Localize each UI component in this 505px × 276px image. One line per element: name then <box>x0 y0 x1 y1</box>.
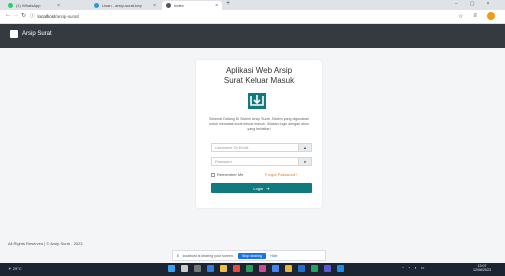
weather-temp: 29°C <box>12 266 22 271</box>
close-icon[interactable]: × <box>215 3 218 9</box>
volume-icon[interactable]: ◖ <box>414 265 416 270</box>
info-icon[interactable]: ⓘ <box>30 13 35 19</box>
whatsapp-icon <box>8 3 13 8</box>
password-input[interactable]: Password <box>211 157 312 166</box>
star-icon[interactable]: ☆ <box>458 13 463 20</box>
search-icon[interactable] <box>181 265 188 272</box>
taskbar-clock[interactable]: 13:07 12/06/2023 <box>473 264 491 272</box>
new-tab-button[interactable]: + <box>226 0 230 7</box>
app-icon[interactable] <box>337 265 344 272</box>
start-icon[interactable] <box>168 265 175 272</box>
tab-label: (1) WhatsApp <box>16 3 41 8</box>
chevron-up-icon[interactable]: ^ <box>402 265 404 270</box>
forward-icon[interactable]: → <box>13 12 19 18</box>
reload-icon[interactable]: ↻ <box>21 12 26 19</box>
task-view-icon[interactable] <box>194 265 201 272</box>
login-description: Selamat Datang Di Sistem Arsip Surat. Si… <box>208 117 310 131</box>
back-icon[interactable]: ← <box>5 12 11 18</box>
maximize-icon[interactable]: ▢ <box>470 1 475 9</box>
title-line-2: Surat Keluar Masuk <box>223 76 295 85</box>
tab-arsip[interactable]: Lisan - arsip-surat-kep × <box>90 1 160 10</box>
sharing-message: localhost is sharing your screen. <box>182 253 234 258</box>
app-icon[interactable] <box>324 265 331 272</box>
weather-icon: ☀ <box>8 266 12 271</box>
sign-in-icon: ➔ <box>266 185 270 191</box>
network-icon[interactable]: ◔ <box>408 265 410 270</box>
app-icon[interactable] <box>246 265 253 272</box>
app-icon[interactable] <box>285 265 292 272</box>
remember-me[interactable]: Remember Me <box>211 172 243 177</box>
app-navbar <box>0 24 505 48</box>
minimize-icon[interactable]: – <box>455 1 458 9</box>
weather-widget[interactable]: ☀ 29°C <box>8 266 22 271</box>
user-icon: ▲ <box>298 143 312 152</box>
remember-label: Remember Me <box>217 172 244 177</box>
forgot-password-link[interactable]: Forgot Password? <box>265 172 297 177</box>
screen-sharing-bar: ⦀ localhost is sharing your screen. Stop… <box>172 250 326 261</box>
profile-avatar[interactable] <box>486 12 495 20</box>
app-icon[interactable] <box>298 265 305 272</box>
battery-icon[interactable]: ▭ <box>421 265 425 270</box>
close-icon[interactable]: × <box>153 3 156 9</box>
clock-date: 12/06/2023 <box>473 268 491 272</box>
system-tray: ^ ◔ ◖ ▭ <box>402 265 425 270</box>
brand-label: Arsip Surat <box>22 31 52 37</box>
url-host: localhost <box>37 13 56 19</box>
browser-tab-strip <box>0 0 505 10</box>
page-footer: All Rights Reserved | © Arsip Surat - 20… <box>8 241 83 246</box>
remember-checkbox[interactable] <box>211 172 215 177</box>
site-icon <box>94 3 99 8</box>
window-controls: – ▢ × <box>455 1 489 9</box>
username-input[interactable]: Username Or Email <box>211 143 312 152</box>
close-window-icon[interactable]: × <box>487 1 490 9</box>
tab-label: Lisan - arsip-surat-kep <box>102 3 142 8</box>
app-icon[interactable] <box>233 265 240 272</box>
title-line-1: Aplikasi Web Arsip <box>225 66 293 75</box>
taskbar-apps <box>168 265 344 272</box>
hide-button[interactable]: Hide <box>270 254 277 258</box>
folder-icon[interactable] <box>220 265 227 272</box>
page-icon <box>166 3 171 8</box>
extensions-icon[interactable]: ≡ <box>473 13 477 19</box>
app-icon[interactable] <box>311 265 318 272</box>
browser-toolbar-icons: ☆ ≡ ⋮ <box>458 12 505 20</box>
sharing-icon: ⦀ <box>177 253 179 258</box>
tab-whatsapp[interactable]: (1) WhatsApp × <box>4 1 64 10</box>
lock-icon: ● <box>298 157 312 166</box>
app-icon[interactable] <box>259 265 266 272</box>
url-input[interactable]: ⓘ localhost/arsip-surat/ <box>30 12 430 20</box>
tab-label: Index <box>174 3 184 8</box>
login-title: Aplikasi Web Arsip Surat Keluar Masuk <box>196 66 322 86</box>
brand[interactable]: Arsip Surat <box>10 30 52 38</box>
chrome-icon[interactable] <box>272 265 279 272</box>
mailbox-icon <box>10 30 18 38</box>
tab-index[interactable]: Index × <box>162 1 222 10</box>
stop-sharing-button[interactable]: Stop sharing <box>237 252 267 259</box>
archive-download-icon <box>248 93 266 109</box>
login-button[interactable]: Login ➔ <box>211 183 312 193</box>
edge-icon[interactable] <box>207 265 214 272</box>
url-path: /arsip-surat/ <box>55 13 80 19</box>
login-label: Login <box>253 185 264 191</box>
close-icon[interactable]: × <box>57 3 60 9</box>
